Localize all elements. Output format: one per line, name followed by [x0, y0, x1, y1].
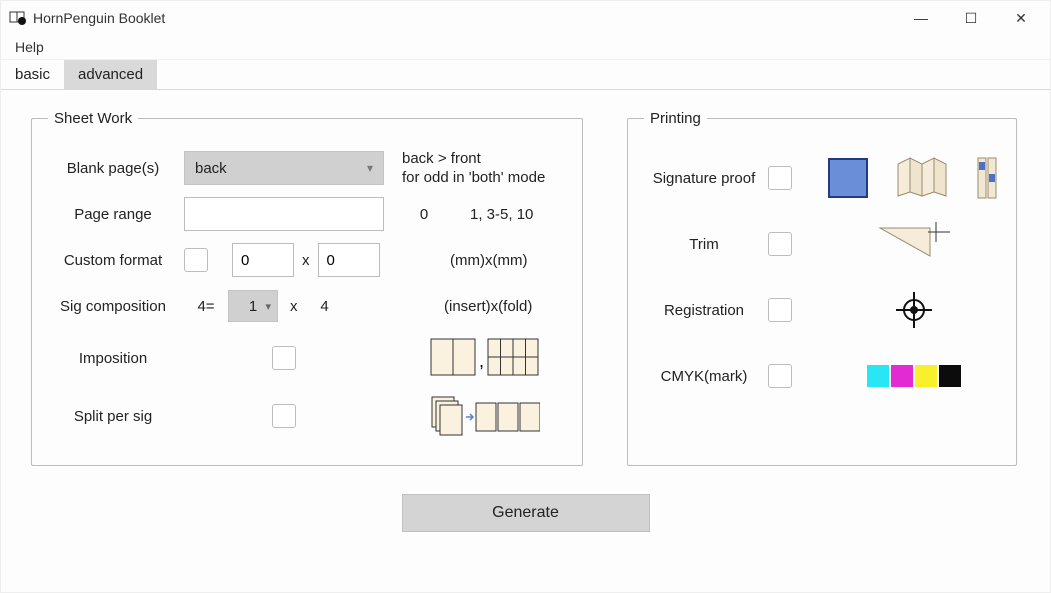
custom-height-input[interactable]	[318, 243, 380, 277]
sigproof-icons	[828, 156, 1000, 200]
generate-label: Generate	[492, 504, 559, 522]
tab-basic[interactable]: basic	[1, 60, 64, 89]
split-checkbox[interactable]	[272, 404, 296, 428]
printing-group: Printing Signature proof	[627, 110, 1017, 466]
sig-fold: 4	[310, 298, 340, 315]
svg-text:,: ,	[479, 351, 484, 371]
window-controls: — ☐ ✕	[908, 10, 1042, 27]
imposition-label: Imposition	[48, 350, 178, 367]
page-range-example: 1, 3-5, 10	[470, 206, 533, 223]
sig-hint: (insert)x(fold)	[444, 298, 532, 315]
cmyk-swatches-icon	[867, 365, 961, 387]
sig-sep: x	[278, 298, 310, 315]
sig-insert-value: 1	[249, 298, 257, 315]
row-imposition: Imposition ,	[48, 329, 566, 387]
sig-prefix: 4=	[184, 298, 228, 315]
trim-label: Trim	[644, 236, 764, 253]
window-title: HornPenguin Booklet	[33, 10, 908, 26]
menu-help[interactable]: Help	[9, 35, 50, 59]
tab-bar: basic advanced	[1, 60, 1050, 90]
split-label: Split per sig	[48, 408, 178, 425]
registration-mark-icon	[896, 292, 932, 328]
custom-format-label: Custom format	[48, 252, 178, 269]
proof-box-icon	[828, 158, 868, 198]
row-trim: Trim	[644, 211, 1000, 277]
custom-width-input[interactable]	[232, 243, 294, 277]
blank-pages-label: Blank page(s)	[48, 160, 178, 177]
proof-spine-icon	[976, 156, 1000, 200]
row-page-range: Page range 0 1, 3-5, 10	[48, 191, 566, 237]
row-blank-pages: Blank page(s) back ▾ back > front for od…	[48, 145, 566, 191]
row-registration: Registration	[644, 277, 1000, 343]
app-icon	[9, 9, 27, 27]
proof-fold-icon	[894, 156, 950, 200]
menubar: Help	[1, 35, 1050, 60]
custom-sep: x	[294, 252, 318, 269]
page-range-label: Page range	[48, 206, 178, 223]
cmyk-checkbox[interactable]	[768, 364, 792, 388]
imposition-icon: ,	[430, 337, 540, 380]
swatch-cyan	[867, 365, 889, 387]
swatch-yellow	[915, 365, 937, 387]
trim-checkbox[interactable]	[768, 232, 792, 256]
sheetwork-legend: Sheet Work	[48, 110, 138, 127]
blank-pages-select[interactable]: back ▾	[184, 151, 384, 185]
page-range-count: 0	[404, 206, 444, 223]
row-split-per-sig: Split per sig	[48, 387, 566, 445]
trim-icon	[874, 222, 954, 266]
page-range-input[interactable]	[184, 197, 384, 231]
content-area: Sheet Work Blank page(s) back ▾ back > f…	[1, 90, 1050, 466]
maximize-button[interactable]: ☐	[958, 10, 984, 27]
cmyk-label: CMYK(mark)	[644, 368, 764, 385]
swatch-magenta	[891, 365, 913, 387]
row-cmyk: CMYK(mark)	[644, 343, 1000, 409]
close-button[interactable]: ✕	[1008, 10, 1034, 27]
row-signature-proof: Signature proof	[644, 145, 1000, 211]
sig-label: Sig composition	[48, 298, 178, 315]
sigproof-label: Signature proof	[644, 170, 764, 187]
row-sig-composition: Sig composition 4= 1 ▾ x 4 (insert)x(fol…	[48, 283, 566, 329]
imposition-checkbox[interactable]	[272, 346, 296, 370]
minimize-button[interactable]: —	[908, 10, 934, 26]
chevron-down-icon: ▾	[265, 300, 271, 313]
split-icon	[430, 393, 540, 440]
printing-legend: Printing	[644, 110, 707, 127]
row-custom-format: Custom format x (mm)x(mm)	[48, 237, 566, 283]
footer: Generate	[1, 494, 1050, 532]
swatch-black	[939, 365, 961, 387]
blank-pages-note: back > front for odd in 'both' mode	[402, 149, 545, 188]
sigproof-checkbox[interactable]	[768, 166, 792, 190]
blank-pages-value: back	[195, 160, 227, 177]
generate-button[interactable]: Generate	[402, 494, 650, 532]
registration-label: Registration	[644, 302, 764, 319]
app-window: HornPenguin Booklet — ☐ ✕ Help basic adv…	[0, 0, 1051, 593]
registration-checkbox[interactable]	[768, 298, 792, 322]
sheetwork-group: Sheet Work Blank page(s) back ▾ back > f…	[31, 110, 583, 466]
custom-format-hint: (mm)x(mm)	[450, 252, 527, 269]
titlebar: HornPenguin Booklet — ☐ ✕	[1, 1, 1050, 35]
sig-insert-select[interactable]: 1 ▾	[228, 290, 278, 322]
tab-advanced[interactable]: advanced	[64, 60, 157, 89]
blank-pages-note-l1: back > front	[402, 149, 545, 169]
custom-format-checkbox[interactable]	[184, 248, 208, 272]
chevron-down-icon: ▾	[367, 161, 373, 175]
blank-pages-note-l2: for odd in 'both' mode	[402, 168, 545, 188]
